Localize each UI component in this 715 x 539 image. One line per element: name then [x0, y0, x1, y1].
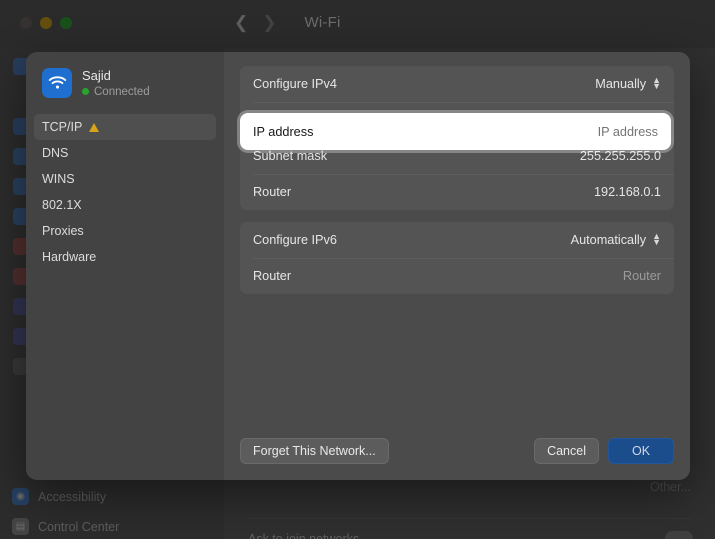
sheet-sidebar: Sajid Connected TCP/IP DNS WINS 802.1X P…: [26, 52, 224, 480]
close-button[interactable]: [20, 17, 32, 29]
sidebar-item-label: Control Center: [38, 519, 120, 534]
chevron-right-icon[interactable]: ❯: [262, 14, 276, 31]
page-title: Wi-Fi: [304, 14, 341, 31]
row-label: Router: [253, 185, 292, 199]
sidebar-item-accessibility[interactable]: ◉ Accessibility: [12, 488, 106, 505]
status-dot-icon: [82, 88, 89, 96]
cancel-button[interactable]: Cancel: [534, 438, 599, 464]
sidebar-item-label: WINS: [42, 172, 75, 186]
sidebar-item-label: Accessibility: [38, 489, 107, 504]
sidebar-item-proxies[interactable]: Proxies: [34, 218, 216, 244]
row-configure-ipv6[interactable]: Configure IPv6 Automatically ▲ ▼: [240, 222, 674, 258]
wifi-icon: [42, 68, 72, 98]
network-status: Connected: [82, 86, 150, 98]
sidebar-item-tcpip[interactable]: TCP/IP: [34, 114, 216, 140]
row-value: Automatically: [570, 233, 647, 247]
row-value: Router: [622, 269, 661, 283]
configure-ipv6-popup[interactable]: Automatically ▲ ▼: [570, 231, 661, 247]
network-status-label: Connected: [94, 85, 150, 98]
ip-address-field-highlight[interactable]: IP address: [240, 113, 671, 150]
minimize-button[interactable]: [40, 17, 52, 29]
warning-triangle-icon: [89, 122, 100, 132]
chevron-updown-icon: ▲ ▼: [652, 75, 661, 91]
navigation-controls: ❮ ❯ Wi-Fi: [234, 14, 340, 31]
ask-to-join-label: Ask to join networks: [248, 531, 360, 539]
footer-action-buttons: Cancel OK: [534, 438, 674, 464]
screen: ❮ ❯ Wi-Fi ◉ Accessibility ▤ Control Cent…: [0, 0, 715, 539]
traffic-light-buttons[interactable]: [20, 17, 72, 29]
wifi-network-details-sheet: Sajid Connected TCP/IP DNS WINS 802.1X P…: [26, 52, 690, 480]
settings-rows: Configure IPv4 Manually ▲▼ IP address IP…: [224, 52, 690, 422]
row-value: 192.168.0.1: [593, 185, 661, 199]
chevron-left-icon[interactable]: ❮: [234, 14, 248, 31]
sheet-sidebar-list: TCP/IP DNS WINS 802.1X Proxies Hardware: [26, 114, 224, 270]
accessibility-icon: ◉: [12, 488, 29, 505]
chevron-updown-icon: ▲ ▼: [652, 231, 661, 247]
sidebar-item-label: 802.1X: [42, 198, 82, 212]
sidebar-item-wins[interactable]: WINS: [34, 166, 216, 192]
row-label: Configure IPv6: [253, 233, 337, 247]
window-titlebar: ❮ ❯ Wi-Fi: [0, 0, 715, 48]
sheet-footer: Forget This Network... Cancel OK: [224, 422, 690, 480]
ip-address-label: IP address: [253, 124, 314, 139]
maximize-button[interactable]: [60, 17, 72, 29]
sidebar-item-hardware[interactable]: Hardware: [34, 244, 216, 270]
configure-ipv4-popup[interactable]: Manually ▲ ▼: [595, 75, 661, 91]
row-router-ipv6[interactable]: Router Router: [240, 258, 674, 294]
ip-address-input[interactable]: [478, 124, 658, 139]
row-router-ipv4[interactable]: Router 192.168.0.1: [240, 174, 674, 210]
ok-button[interactable]: OK: [608, 438, 674, 464]
sidebar-item-control-center[interactable]: ▤ Control Center: [12, 518, 119, 535]
ask-to-join-row: Ask to join networks: [248, 518, 693, 539]
forget-this-network-button[interactable]: Forget This Network...: [240, 438, 389, 464]
row-label: Router: [253, 269, 292, 283]
control-center-icon: ▤: [12, 518, 29, 535]
network-name: Sajid: [82, 68, 111, 84]
sidebar-item-label: Hardware: [42, 250, 97, 264]
sidebar-item-dns[interactable]: DNS: [34, 140, 216, 166]
row-value: 255.255.255.0: [579, 149, 661, 163]
sidebar-item-label: TCP/IP: [42, 120, 83, 134]
sidebar-item-label: DNS: [42, 146, 69, 160]
other-network-button[interactable]: Other...: [650, 480, 691, 494]
row-label: Subnet mask: [253, 149, 328, 163]
row-configure-ipv4[interactable]: Configure IPv4 Manually ▲ ▼: [240, 66, 674, 102]
row-label: Configure IPv4: [253, 77, 337, 91]
sheet-content: Configure IPv4 Manually ▲▼ IP address IP…: [224, 52, 690, 480]
sidebar-item-label: Proxies: [42, 224, 84, 238]
network-header: Sajid Connected: [26, 68, 224, 98]
sidebar-item-8021x[interactable]: 802.1X: [34, 192, 216, 218]
row-value: Manually: [595, 77, 647, 91]
ask-to-join-toggle[interactable]: [665, 531, 693, 539]
ipv6-group: Configure IPv6 Automatically ▲ ▼ Router R…: [240, 222, 674, 294]
